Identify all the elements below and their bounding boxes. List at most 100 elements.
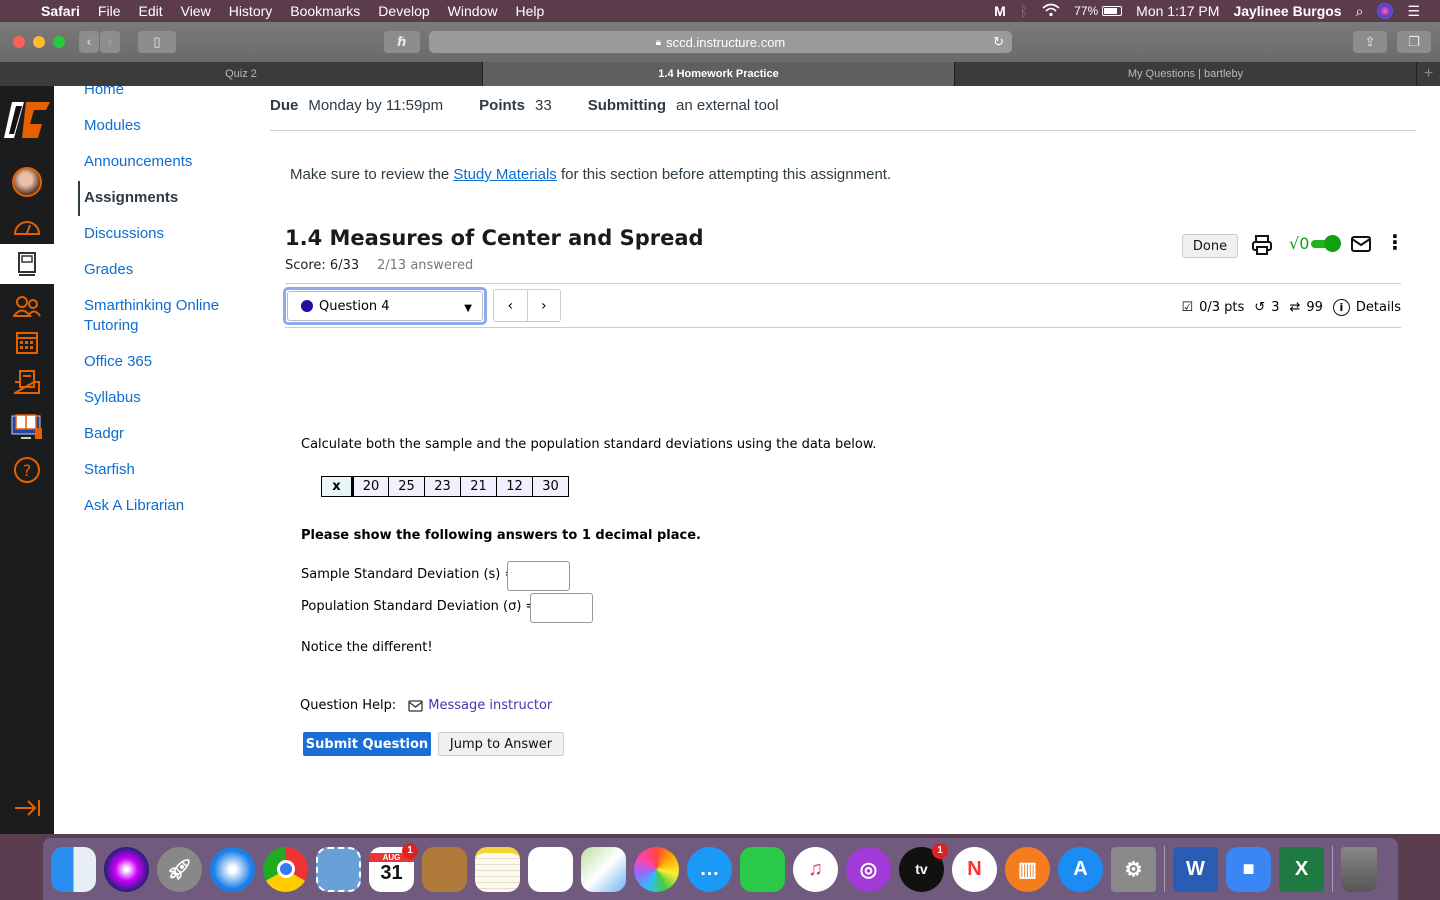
tab-bar: Quiz 2 1.4 Homework Practice My Question…: [0, 62, 1440, 86]
tab-quiz-2[interactable]: Quiz 2: [0, 62, 483, 86]
tab-bartleby[interactable]: My Questions | bartleby: [955, 62, 1417, 86]
nav-smarthinking[interactable]: Smarthinking Online Tutoring: [84, 296, 244, 336]
menu-help[interactable]: Help: [506, 3, 553, 19]
population-sd-input[interactable]: [530, 593, 593, 623]
zoom-app-icon[interactable]: ■: [1226, 846, 1271, 892]
menu-history[interactable]: History: [220, 3, 282, 19]
more-options-icon[interactable]: ⋮: [1385, 232, 1405, 252]
trash-icon[interactable]: [1341, 846, 1377, 892]
launchpad-icon[interactable]: 🚀︎: [157, 846, 202, 892]
contacts-icon[interactable]: [422, 846, 467, 892]
nav-starfish[interactable]: Starfish: [84, 460, 135, 480]
siri-dock-icon[interactable]: [104, 846, 149, 892]
user-name[interactable]: Jaylinee Burgos: [1233, 3, 1341, 19]
apple-tv-icon[interactable]: tv 1: [899, 842, 948, 892]
question-selector[interactable]: Question 4 ▼: [283, 287, 487, 325]
share-icon[interactable]: ⇪: [1353, 31, 1387, 53]
music-icon[interactable]: ♫: [793, 846, 838, 892]
maps-icon[interactable]: [581, 846, 626, 892]
menu-bookmarks[interactable]: Bookmarks: [281, 3, 369, 19]
back-button[interactable]: ‹: [79, 31, 99, 53]
news-icon[interactable]: N: [952, 846, 997, 892]
message-icon[interactable]: [1351, 236, 1371, 256]
next-question-button[interactable]: ›: [528, 290, 561, 321]
mail-icon[interactable]: [316, 846, 361, 892]
books-icon[interactable]: ▥: [1005, 846, 1050, 892]
menu-develop[interactable]: Develop: [369, 3, 438, 19]
tab-overview-icon[interactable]: ❐: [1397, 31, 1431, 53]
sample-sd-input[interactable]: [507, 561, 570, 591]
nav-grades[interactable]: Grades: [84, 260, 133, 280]
submit-question-button[interactable]: Submit Question: [303, 732, 431, 756]
siri-icon[interactable]: [1377, 3, 1394, 19]
inbox-icon[interactable]: [0, 364, 54, 400]
calendar-icon[interactable]: [0, 324, 54, 360]
sidebar-toggle-icon[interactable]: ▯: [138, 31, 176, 53]
finder-icon[interactable]: [51, 846, 96, 892]
forward-button[interactable]: ›: [100, 31, 120, 53]
word-icon[interactable]: W: [1173, 846, 1218, 892]
nav-announcements[interactable]: Announcements: [84, 152, 192, 172]
nav-ask-a-librarian[interactable]: Ask A Librarian: [84, 496, 184, 516]
details-link[interactable]: Details: [1356, 300, 1401, 315]
zoom-window-button[interactable]: [53, 36, 65, 48]
previous-question-button[interactable]: ‹: [494, 290, 528, 321]
nav-home[interactable]: Home: [84, 86, 124, 100]
system-preferences-icon[interactable]: ⚙: [1111, 846, 1156, 892]
print-icon[interactable]: [1251, 234, 1273, 260]
excel-icon[interactable]: X: [1279, 846, 1324, 892]
bluetooth-icon[interactable]: ᛒ: [1020, 3, 1028, 19]
dashboard-icon[interactable]: [0, 208, 54, 244]
facetime-icon[interactable]: [740, 846, 785, 892]
menu-view[interactable]: View: [172, 3, 220, 19]
info-icon[interactable]: i: [1332, 299, 1350, 316]
tab-homework-practice[interactable]: 1.4 Homework Practice: [483, 62, 955, 86]
reload-icon[interactable]: ↻: [993, 34, 1004, 50]
answered-count: 2/13 answered: [377, 258, 474, 273]
address-bar[interactable]: 🔒︎ sccd.instructure.com ↻: [429, 31, 1012, 53]
new-tab-button[interactable]: +: [1417, 62, 1440, 86]
nav-assignments[interactable]: Assignments: [84, 188, 178, 208]
reminders-icon[interactable]: [528, 846, 573, 892]
commons-icon[interactable]: [0, 406, 54, 446]
extension-icon[interactable]: ℏ: [384, 31, 420, 53]
spotlight-search-icon[interactable]: ⌕: [1356, 3, 1364, 20]
math-toggle-switch[interactable]: √0: [1289, 234, 1342, 253]
groups-icon[interactable]: [0, 288, 54, 324]
nav-office-365[interactable]: Office 365: [84, 352, 152, 372]
clock[interactable]: Mon 1:17 PM: [1136, 3, 1219, 19]
photos-icon[interactable]: [634, 846, 679, 892]
nav-modules[interactable]: Modules: [84, 116, 141, 136]
checkbox-icon: ☑: [1181, 300, 1194, 315]
battery-status[interactable]: 77%: [1074, 4, 1123, 18]
messages-icon[interactable]: …: [687, 846, 732, 892]
menu-edit[interactable]: Edit: [129, 3, 171, 19]
safari-dock-icon[interactable]: [210, 846, 255, 892]
menu-app-name[interactable]: Safari: [32, 3, 89, 19]
calendar-dock-icon[interactable]: AUG 31 1: [369, 842, 418, 892]
close-window-button[interactable]: [13, 36, 25, 48]
nav-badgr[interactable]: Badgr: [84, 424, 124, 444]
collapse-nav-icon[interactable]: [0, 790, 54, 826]
menu-file[interactable]: File: [89, 3, 130, 19]
help-icon[interactable]: ?: [0, 452, 54, 488]
notification-center-icon[interactable]: ☰: [1407, 3, 1420, 20]
courses-icon[interactable]: [0, 244, 54, 284]
study-materials-link[interactable]: Study Materials: [453, 166, 556, 183]
app-store-icon[interactable]: A: [1058, 846, 1103, 892]
account-avatar-icon[interactable]: [0, 164, 54, 200]
college-logo-icon[interactable]: [0, 98, 54, 142]
notes-icon[interactable]: [475, 846, 520, 892]
message-instructor-link[interactable]: Message instructor: [408, 698, 552, 713]
done-button[interactable]: Done: [1182, 234, 1238, 258]
minimize-window-button[interactable]: [33, 36, 45, 48]
jump-to-answer-button[interactable]: Jump to Answer: [438, 732, 564, 756]
nav-discussions[interactable]: Discussions: [84, 224, 164, 244]
chevron-down-icon: ▼: [464, 303, 472, 314]
podcasts-icon[interactable]: ◎: [846, 846, 891, 892]
nav-syllabus[interactable]: Syllabus: [84, 388, 141, 408]
menu-window[interactable]: Window: [439, 3, 507, 19]
malwarebytes-icon[interactable]: M: [994, 3, 1006, 19]
chrome-icon[interactable]: [263, 846, 308, 892]
wifi-icon[interactable]: [1042, 3, 1060, 20]
